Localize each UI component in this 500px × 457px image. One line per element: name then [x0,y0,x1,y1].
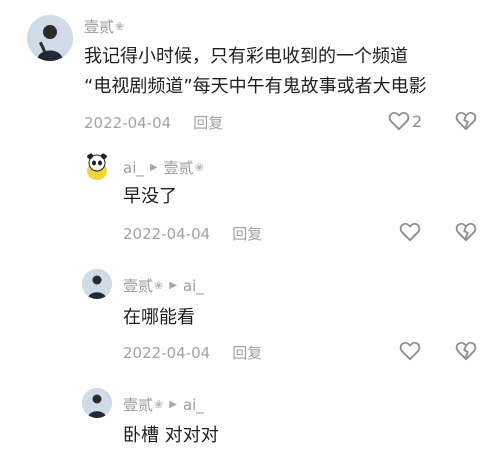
reply-button[interactable]: 回复 [232,223,262,244]
broken-heart-icon[interactable] [455,222,477,242]
heart-outline-icon[interactable] [399,222,421,242]
comment-author-line: 壹贰 ❀ ▶ ai_ [123,394,204,415]
comment-meta: 2022-04-04 回复 [123,342,262,363]
heart-outline-icon[interactable] [388,111,410,131]
comment-meta: 2022-04-04 回复 [123,223,262,244]
reply-to-name[interactable]: 壹贰 [164,157,194,178]
panda-avatar-icon [82,152,112,182]
avatar[interactable] [82,388,112,418]
author-badge-icon: ❀ [154,398,164,411]
broken-heart-icon[interactable] [455,111,477,131]
person-avatar-icon [27,15,73,61]
comment-author-line: 壹贰 ❀ ▶ ai_ [123,275,204,296]
reply-item: 壹贰 ❀ ▶ ai_ 卧槽 对对对 [0,375,500,457]
person-avatar-icon [82,269,112,299]
author-badge-icon: ❀ [194,161,204,174]
author-badge-icon: ❀ [154,279,164,292]
reply-item: ai_ ▶ 壹贰 ❀ 早没了 2022-04-04 回复 [0,145,500,257]
author-name[interactable]: 壹贰 [123,275,153,296]
reply-button[interactable]: 回复 [193,112,223,133]
author-badge-icon: ❀ [115,20,125,33]
comment-text: 在哪能看 [123,307,195,328]
reply-arrow-icon: ▶ [169,280,177,291]
person-avatar-icon [82,388,112,418]
reply-arrow-icon: ▶ [169,399,177,410]
comment-author-line: ai_ ▶ 壹贰 ❀ [123,157,204,178]
author-name[interactable]: 壹贰 [84,16,114,37]
comment-author-line: 壹贰 ❀ [84,16,124,37]
comment-date: 2022-04-04 [123,224,211,243]
author-name[interactable]: ai_ [123,159,144,177]
reply-item: 壹贰 ❀ ▶ ai_ 在哪能看 2022-04-04 回复 [0,257,500,375]
comment-text: 卧槽 对对对 [123,425,219,446]
broken-heart-icon[interactable] [455,341,477,361]
avatar[interactable] [27,15,73,61]
comment-item: 壹贰 ❀ 我记得小时候，只有彩电收到的一个频道 “电视剧频道”每天中午有鬼故事或… [0,0,500,145]
reply-button[interactable]: 回复 [232,342,262,363]
comment-meta: 2022-04-04 回复 [84,112,223,133]
comment-text-line-2: “电视剧频道”每天中午有鬼故事或者大电影 [84,76,427,97]
author-name[interactable]: 壹贰 [123,394,153,415]
comment-text: 早没了 [123,186,177,207]
comment-text-line-1: 我记得小时候，只有彩电收到的一个频道 [84,46,408,67]
reply-arrow-icon: ▶ [149,162,158,173]
reply-to-name[interactable]: ai_ [183,277,204,295]
avatar[interactable] [82,152,112,182]
reply-to-name[interactable]: ai_ [183,396,204,414]
comment-date: 2022-04-04 [84,113,172,132]
like-count: 2 [412,112,423,131]
comment-date: 2022-04-04 [123,343,211,362]
avatar[interactable] [82,269,112,299]
heart-outline-icon[interactable] [399,341,421,361]
